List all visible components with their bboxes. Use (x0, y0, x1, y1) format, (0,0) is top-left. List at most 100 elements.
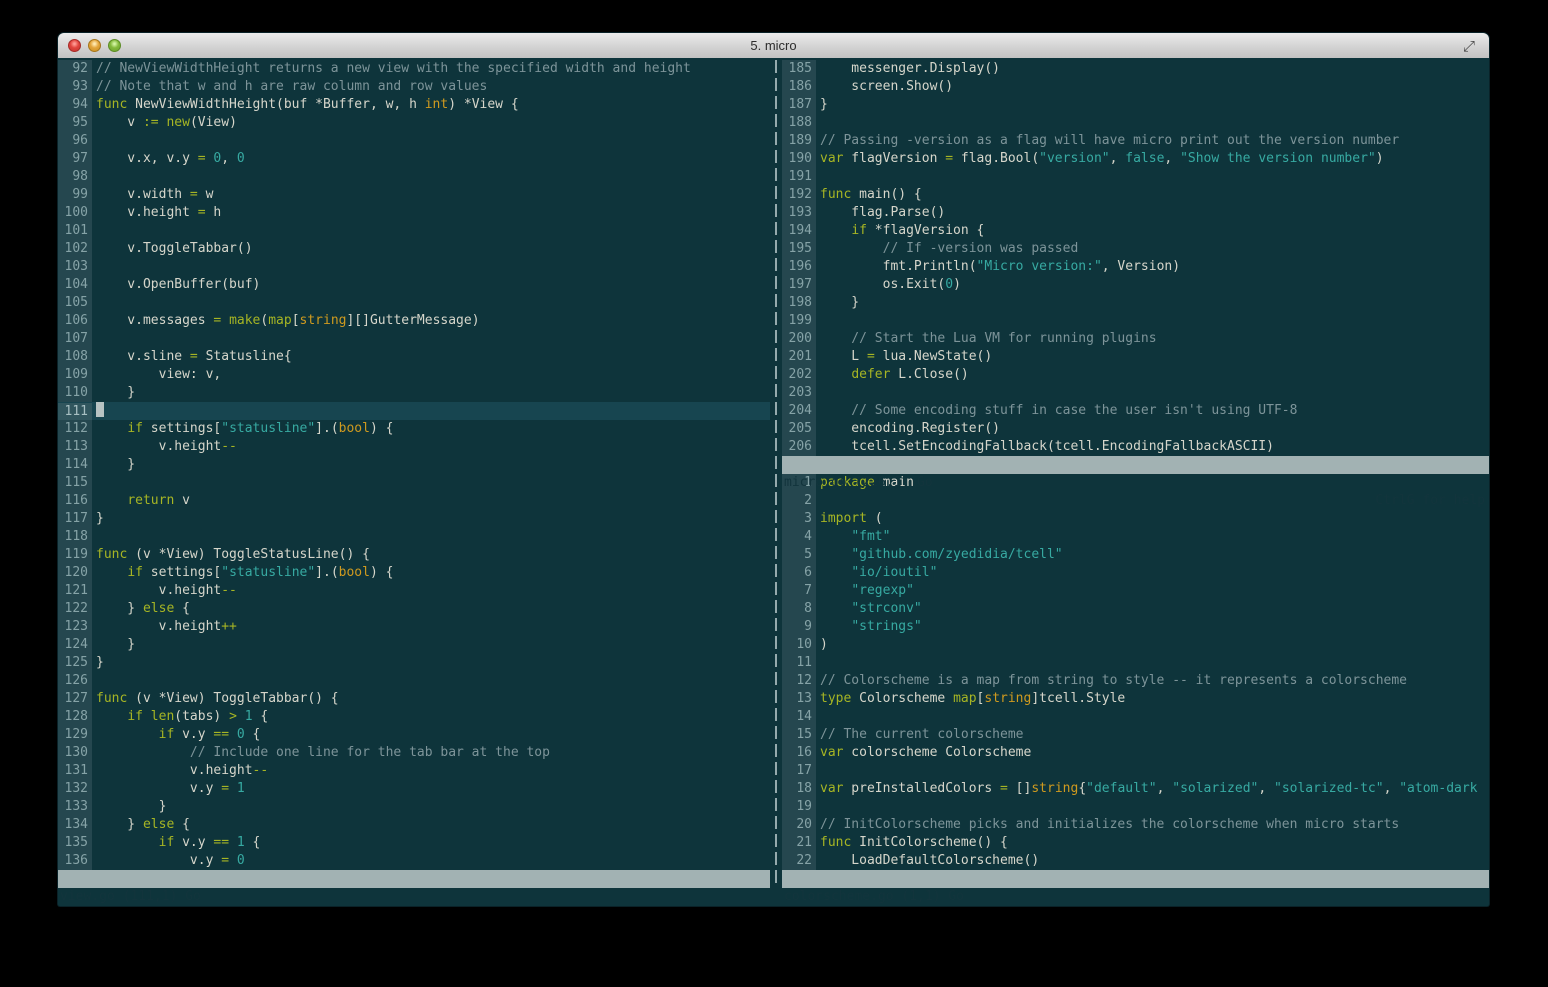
code-line[interactable]: 187} (782, 96, 1489, 114)
code-line[interactable]: 99 v.width = w (58, 186, 770, 204)
code-line[interactable]: 199 (782, 312, 1489, 330)
code-line[interactable]: 136 v.y = 0 (58, 852, 770, 870)
code-line[interactable]: 205 encoding.Register() (782, 420, 1489, 438)
code-line[interactable]: 119 func (v *View) ToggleStatusLine() { (58, 546, 770, 564)
code-line[interactable]: 7 "regexp" (782, 582, 1489, 600)
code-line[interactable]: 121 v.height-- (58, 582, 770, 600)
code-line[interactable]: 195 // If -version was passed (782, 240, 1489, 258)
code-line[interactable]: 129 if v.y == 0 { (58, 726, 770, 744)
code-line[interactable]: 127 func (v *View) ToggleTabbar() { (58, 690, 770, 708)
code-line[interactable]: 134 } else { (58, 816, 770, 834)
line-number: 196 (782, 258, 816, 276)
code-line[interactable]: 12 // Colorscheme is a map from string to… (782, 672, 1489, 690)
code-line[interactable]: 19 (782, 798, 1489, 816)
code-line[interactable]: 118 (58, 528, 770, 546)
code-line[interactable]: 130 // Include one line for the tab bar … (58, 744, 770, 762)
code-line[interactable]: 116 return v (58, 492, 770, 510)
code-line[interactable]: 189 // Passing -version as a flag will ha… (782, 132, 1489, 150)
code-line[interactable]: 92 // NewViewWidthHeight returns a new vi… (58, 60, 770, 78)
code-line[interactable]: 8 "strconv" (782, 600, 1489, 618)
code-line[interactable]: 110 } (58, 384, 770, 402)
pane-view-go[interactable]: 92 // NewViewWidthHeight returns a new vi… (58, 58, 770, 872)
code-line[interactable]: 104 v.OpenBuffer(buf) (58, 276, 770, 294)
code-line[interactable]: 6 "io/ioutil" (782, 564, 1489, 582)
code-line[interactable]: 3import ( (782, 510, 1489, 528)
code-line[interactable]: 10) (782, 636, 1489, 654)
code-line[interactable]: 125} (58, 654, 770, 672)
line-number: 103 (58, 258, 92, 276)
code-line[interactable]: 117} (58, 510, 770, 528)
code-line[interactable]: 190 var flagVersion = flag.Bool("version"… (782, 150, 1489, 168)
code-line[interactable]: 100 v.height = h (58, 204, 770, 222)
code-line[interactable]: 108 v.sline = Statusline{ (58, 348, 770, 366)
code-line[interactable]: 133 } (58, 798, 770, 816)
code-line[interactable]: 198 } (782, 294, 1489, 312)
code-line[interactable]: 17 (782, 762, 1489, 780)
code-line[interactable]: 11 (782, 654, 1489, 672)
code-line[interactable]: 20 // InitColorscheme picks and initializ… (782, 816, 1489, 834)
pane-colorscheme-go[interactable]: 1package main23import (4 "fmt"5 "github.… (782, 474, 1489, 870)
code-line[interactable]: 206 tcell.SetEncodingFallback(tcell.Enco… (782, 438, 1489, 456)
code-line[interactable]: 102 v.ToggleTabbar() (58, 240, 770, 258)
code-line[interactable]: 201 L = lua.NewState() (782, 348, 1489, 366)
code-line[interactable]: 204 // Some encoding stuff in case the u… (782, 402, 1489, 420)
code-text: "fmt" (816, 529, 890, 544)
code-line[interactable]: 114 } (58, 456, 770, 474)
code-line[interactable]: 14 (782, 708, 1489, 726)
code-line[interactable]: 101 (58, 222, 770, 240)
code-line[interactable]: 123 v.height++ (58, 618, 770, 636)
code-line[interactable]: 22 LoadDefaultColorscheme() (782, 852, 1489, 870)
code-line[interactable]: 109 view: v, (58, 366, 770, 384)
code-line[interactable]: 9 "strings" (782, 618, 1489, 636)
code-line[interactable]: 194 if *flagVersion { (782, 222, 1489, 240)
code-line[interactable]: 103 (58, 258, 770, 276)
code-line[interactable]: 113 v.height-- (58, 438, 770, 456)
code-line[interactable]: 106 v.messages = make(map[string][]Gutte… (58, 312, 770, 330)
code-line[interactable]: 132 v.y = 1 (58, 780, 770, 798)
code-line[interactable]: 15 // The current colorscheme (782, 726, 1489, 744)
code-line[interactable]: 185 messenger.Display() (782, 60, 1489, 78)
code-line[interactable]: 186 screen.Show() (782, 78, 1489, 96)
code-line[interactable]: 21 func InitColorscheme() { (782, 834, 1489, 852)
code-line[interactable]: 188 (782, 114, 1489, 132)
code-line[interactable]: 124 } (58, 636, 770, 654)
code-line[interactable]: 200 // Start the Lua VM for running plug… (782, 330, 1489, 348)
code-line[interactable]: 105 (58, 294, 770, 312)
syntax-tx: LoadDefaultColorscheme() (820, 853, 1040, 868)
code-line[interactable]: 13 type Colorscheme map[string]tcell.Styl… (782, 690, 1489, 708)
code-line[interactable]: 122 } else { (58, 600, 770, 618)
code-line[interactable]: 126 (58, 672, 770, 690)
code-line[interactable]: 107 (58, 330, 770, 348)
code-line[interactable]: 191 (782, 168, 1489, 186)
code-line[interactable]: 120 if settings["statusline"].(bool) { (58, 564, 770, 582)
syntax-tx: { (174, 817, 190, 832)
title-bar[interactable]: 5. micro ⤢ (58, 33, 1489, 59)
code-line[interactable]: 96 (58, 132, 770, 150)
code-line[interactable]: 93 // Note that w and h are raw column an… (58, 78, 770, 96)
code-text: var colorscheme Colorscheme (816, 745, 1031, 760)
pane-micro-go[interactable]: 185 messenger.Display() 186 screen.Show()… (782, 58, 1489, 458)
code-line[interactable]: 203 (782, 384, 1489, 402)
code-line[interactable]: 115 (58, 474, 770, 492)
code-line[interactable]: 128 if len(tabs) > 1 { (58, 708, 770, 726)
code-line[interactable]: 196 fmt.Println("Micro version:", Versio… (782, 258, 1489, 276)
code-line[interactable]: 202 defer L.Close() (782, 366, 1489, 384)
code-line[interactable]: 4 "fmt" (782, 528, 1489, 546)
code-line[interactable]: 197 os.Exit(0) (782, 276, 1489, 294)
code-line[interactable]: 192 func main() { (782, 186, 1489, 204)
code-line[interactable]: 95 v := new(View) (58, 114, 770, 132)
code-line[interactable]: 111 (58, 402, 770, 421)
code-line[interactable]: 18 var preInstalledColors = []string{"def… (782, 780, 1489, 798)
code-line[interactable]: 94 func NewViewWidthHeight(buf *Buffer, w… (58, 96, 770, 114)
code-line[interactable]: 112 if settings["statusline"].(bool) { (58, 420, 770, 438)
code-line[interactable]: 131 v.height-- (58, 762, 770, 780)
code-line[interactable]: 5 "github.com/zyedidia/tcell" (782, 546, 1489, 564)
code-line[interactable]: 97 v.x, v.y = 0, 0 (58, 150, 770, 168)
resize-icon[interactable]: ⤢ (1463, 35, 1475, 57)
code-line[interactable]: 135 if v.y == 1 { (58, 834, 770, 852)
code-text: view: v, (92, 367, 222, 382)
split-divider[interactable] (770, 58, 782, 888)
code-line[interactable]: 16 var colorscheme Colorscheme (782, 744, 1489, 762)
code-line[interactable]: 193 flag.Parse() (782, 204, 1489, 222)
code-line[interactable]: 98 (58, 168, 770, 186)
